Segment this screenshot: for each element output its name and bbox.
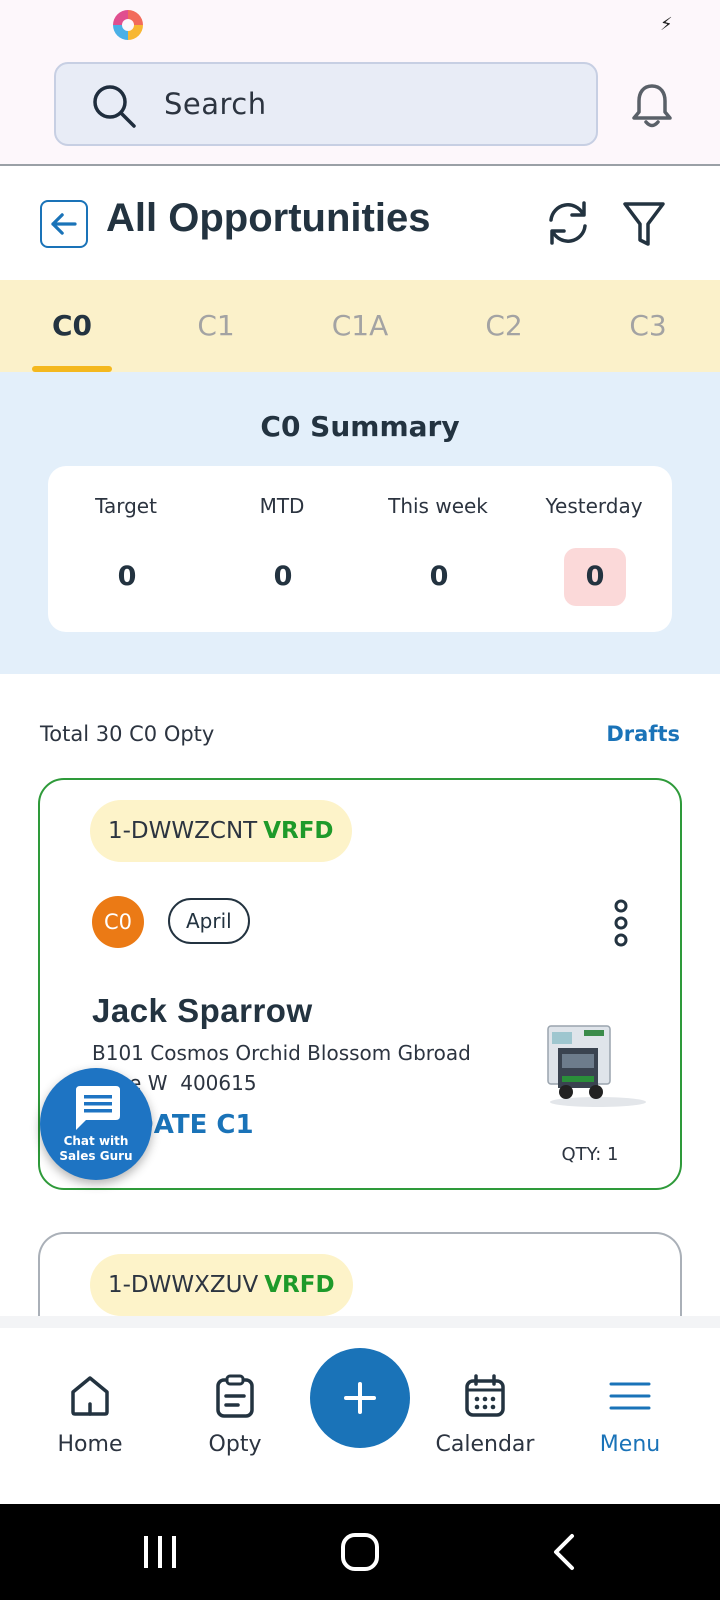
opty-id-badge: 1-DWWZCNT VRFD	[90, 800, 352, 862]
summary-title: C0 Summary	[260, 410, 460, 443]
calendar-icon	[465, 1374, 505, 1417]
address-line-2: Pune W 400615	[92, 1071, 257, 1095]
verified-status: VRFD	[263, 818, 334, 844]
stage-tabs: C0 C1 C1A C2 C3	[0, 280, 720, 372]
drafts-link[interactable]: Drafts	[606, 722, 680, 746]
stat-yesterday: Yesterday 0	[516, 466, 672, 632]
nav-label: Home	[57, 1432, 123, 1457]
stat-label: Target	[95, 494, 157, 518]
chat-sales-guru-button[interactable]: Chat with Sales Guru	[40, 1068, 152, 1180]
nav-label: Opty	[208, 1432, 262, 1457]
filter-icon[interactable]	[622, 200, 666, 248]
summary-section: C0 Summary Target 0 MTD 0 This week 0 Ye…	[0, 372, 720, 674]
stat-value: 0	[429, 561, 449, 592]
tab-c1[interactable]: C1	[166, 280, 266, 372]
chat-label-line-2: Sales Guru	[59, 1149, 133, 1163]
total-count: Total 30 C0 Opty	[40, 722, 215, 746]
notification-bell-icon[interactable]	[630, 82, 674, 130]
back-system-icon[interactable]	[548, 1532, 578, 1572]
nav-label: Calendar	[435, 1432, 535, 1457]
stat-this-week: This week 0	[360, 466, 516, 632]
recent-apps-icon[interactable]	[140, 1534, 180, 1570]
chat-label: Chat with Sales Guru	[40, 1134, 152, 1164]
opty-id: 1-DWWXZUV	[108, 1272, 259, 1298]
month-tag: April	[168, 898, 250, 944]
stat-value: 0	[273, 561, 293, 592]
tab-c2[interactable]: C2	[454, 280, 554, 372]
stat-target: Target 0	[48, 466, 204, 632]
refresh-icon[interactable]	[543, 198, 593, 248]
vehicle-image	[547, 1025, 646, 1107]
verified-status: VRFD	[264, 1272, 335, 1298]
clipboard-icon	[216, 1374, 254, 1418]
stat-label: MTD	[259, 494, 305, 518]
chat-bubble-icon	[76, 1086, 120, 1130]
app-logo-icon	[113, 10, 143, 40]
nav-label: Menu	[599, 1432, 661, 1457]
stat-label: Yesterday	[545, 494, 643, 518]
stat-value: 0	[564, 548, 626, 606]
divider	[0, 1316, 720, 1328]
stat-value: 0	[117, 561, 137, 592]
back-button[interactable]	[40, 200, 88, 248]
app-screen: ⚡ Search All Opportunities C0 C1 C1A C2	[0, 0, 720, 1600]
top-bar: ⚡ Search	[0, 0, 720, 166]
page-title: All Opportunities	[106, 196, 431, 240]
address-line-1: B101 Cosmos Orchid Blossom Gbroad	[92, 1041, 471, 1065]
home-icon	[71, 1376, 109, 1416]
bottom-navigation: Home Opty Calendar Menu	[0, 1328, 720, 1504]
summary-card: Target 0 MTD 0 This week 0 Yesterday 0	[48, 466, 672, 632]
nav-opty[interactable]: Opty	[175, 1328, 295, 1504]
nav-home[interactable]: Home	[30, 1328, 150, 1504]
stat-label: This week	[388, 494, 488, 518]
nav-calendar[interactable]: Calendar	[425, 1328, 545, 1504]
stage-badge: C0	[92, 896, 144, 948]
add-opportunity-button[interactable]	[310, 1348, 410, 1448]
tab-c0[interactable]: C0	[22, 280, 122, 372]
tab-c1a[interactable]: C1A	[310, 280, 410, 372]
menu-icon	[609, 1382, 651, 1410]
customer-address: B101 Cosmos Orchid Blossom Gbroad Pune W…	[92, 1038, 512, 1098]
search-input[interactable]: Search	[54, 62, 598, 146]
home-system-icon[interactable]	[340, 1532, 380, 1572]
stat-mtd: MTD 0	[204, 466, 360, 632]
tab-c3[interactable]: C3	[598, 280, 698, 372]
customer-name: Jack Sparrow	[92, 992, 313, 1029]
search-placeholder: Search	[164, 87, 267, 121]
search-icon	[93, 85, 136, 128]
chat-label-line-1: Chat with	[63, 1134, 129, 1148]
opty-id-badge: 1-DWWXZUV VRFD	[90, 1254, 353, 1316]
system-navigation-bar	[0, 1504, 720, 1600]
charging-icon: ⚡	[660, 14, 673, 35]
more-options-icon[interactable]	[610, 898, 632, 948]
opty-id: 1-DWWZCNT	[108, 818, 258, 844]
nav-menu[interactable]: Menu	[570, 1328, 690, 1504]
quantity-label: QTY: 1	[561, 1144, 619, 1165]
